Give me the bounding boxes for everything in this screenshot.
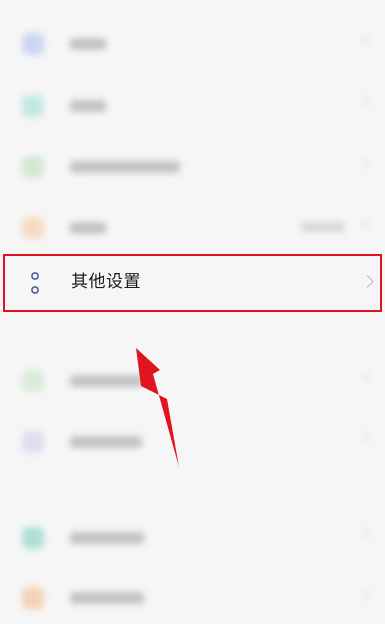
blurred-label (70, 222, 106, 234)
list-item[interactable] (0, 416, 385, 468)
chevron-right-icon (357, 157, 369, 169)
chevron-right-icon (357, 588, 369, 600)
chevron-right-icon (357, 371, 369, 383)
blurred-label (70, 592, 144, 604)
blurred-label (70, 100, 106, 112)
list-item[interactable] (0, 355, 385, 407)
teal-square-icon (22, 527, 44, 549)
orange-square-icon (22, 217, 44, 239)
chevron-right-icon (357, 34, 369, 46)
settings-list: 其他设置 (0, 0, 385, 609)
other-settings-label: 其他设置 (71, 272, 141, 292)
teal-square-icon (22, 95, 44, 117)
chevron-right-icon (357, 432, 369, 444)
blurred-label (70, 38, 106, 50)
list-item[interactable] (0, 18, 385, 70)
blue-square-icon (22, 33, 44, 55)
blurred-label (70, 375, 144, 387)
lavender-square-icon (22, 431, 44, 453)
chevron-right-icon (357, 218, 369, 230)
list-item[interactable] (0, 141, 385, 193)
green-square-icon (22, 156, 44, 178)
chevron-right-icon (357, 96, 369, 108)
list-item[interactable] (0, 512, 385, 564)
blurred-label (70, 436, 142, 448)
chevron-right-icon (357, 528, 369, 540)
chevron-right-icon (361, 275, 374, 288)
blurred-label (70, 161, 180, 173)
list-item[interactable] (0, 572, 385, 624)
blurred-value (301, 222, 345, 232)
list-item[interactable] (0, 80, 385, 132)
list-item[interactable] (0, 202, 385, 254)
green-square-icon (22, 370, 44, 392)
other-settings-item[interactable]: 其他设置 (4, 255, 381, 312)
blurred-label (70, 532, 144, 544)
dots-vertical-icon (31, 272, 39, 294)
